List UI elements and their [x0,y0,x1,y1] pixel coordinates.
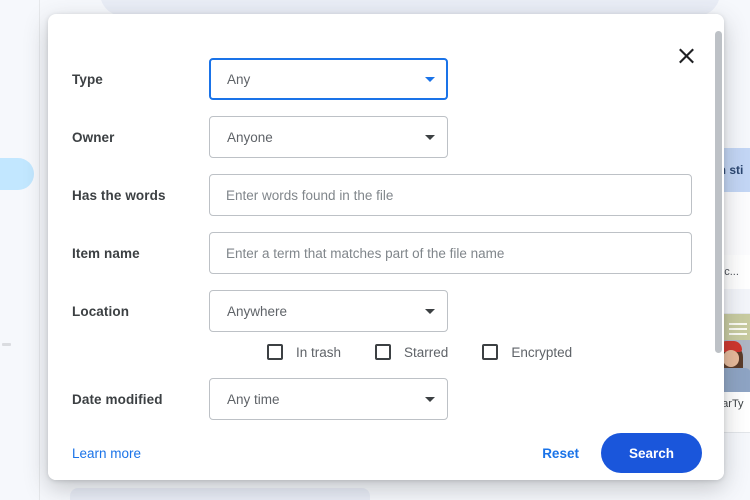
chevron-down-icon [425,308,435,314]
owner-select-wrapper: Anyone [209,116,448,158]
location-select[interactable]: Anywhere [209,290,448,332]
screen: an sti nec... marTy Type Any Owner Anyon… [0,0,750,500]
learn-more-link[interactable]: Learn more [72,446,141,461]
date-modified-select-value: Any time [227,391,280,407]
checkbox-in-trash-box[interactable] [267,344,283,360]
thumbnail-face [723,350,739,367]
dialog-scrollbar-thumb[interactable] [715,31,722,353]
item-name-input[interactable]: Enter a term that matches part of the fi… [209,232,692,274]
owner-select[interactable]: Anyone [209,116,448,158]
location-checkbox-group: In trash Starred Encrypted [267,344,606,360]
date-modified-select-wrapper: Any time [209,378,448,420]
filter-row-has-the-words: Has the words Enter words found in the f… [72,174,692,216]
type-select-wrapper: Any [209,58,448,100]
location-select-value: Anywhere [227,303,288,319]
date-modified-select[interactable]: Any time [209,378,448,420]
filter-label-has-the-words: Has the words [72,187,166,203]
checkbox-encrypted[interactable]: Encrypted [482,344,572,360]
filter-label-date-modified: Date modified [72,391,163,407]
filter-row-item-name: Item name Enter a term that matches part… [72,232,692,274]
filter-row-owner: Owner Anyone [72,116,692,158]
type-select-value: Any [227,71,251,87]
location-select-wrapper: Anywhere [209,290,448,332]
checkbox-starred-label: Starred [404,344,449,360]
checkbox-in-trash-label: In trash [296,344,342,360]
chevron-down-icon [425,396,435,402]
owner-select-value: Anyone [227,129,273,145]
chevron-down-icon [425,134,435,140]
filter-label-type: Type [72,71,103,87]
chevron-down-icon [425,76,435,82]
checkbox-in-trash[interactable]: In trash [267,344,341,360]
filter-row-location: Location Anywhere [72,290,692,332]
hamburger-icon [729,323,747,335]
advanced-search-dialog: Type Any Owner Anyone Has the words Ente… [48,14,724,480]
sidebar-divider [2,343,11,346]
dialog-footer: Learn more Reset Search [48,426,724,480]
checkbox-encrypted-box[interactable] [482,344,499,360]
close-button[interactable] [670,40,702,72]
dialog-body: Type Any Owner Anyone Has the words Ente… [48,14,724,426]
filter-row-date-modified: Date modified Any time [72,378,692,420]
dialog-scrollbar[interactable] [713,14,724,426]
filter-label-item-name: Item name [72,245,140,261]
filter-label-location: Location [72,303,130,319]
has-the-words-placeholder: Enter words found in the file [226,187,394,203]
checkbox-encrypted-label: Encrypted [511,344,573,360]
close-icon [678,47,694,63]
item-name-placeholder: Enter a term that matches part of the fi… [226,245,505,261]
sidebar-item-selected[interactable] [0,158,34,190]
checkbox-starred[interactable]: Starred [375,344,448,360]
search-button[interactable]: Search [600,433,702,473]
drive-bottom-cards [70,488,750,500]
reset-button[interactable]: Reset [532,438,589,469]
has-the-words-input[interactable]: Enter words found in the file [209,174,692,216]
drive-sidebar [0,0,40,500]
checkbox-starred-box[interactable] [375,344,392,360]
filter-label-owner: Owner [72,129,115,145]
type-select[interactable]: Any [209,58,448,100]
filter-row-type: Type Any [72,58,692,100]
